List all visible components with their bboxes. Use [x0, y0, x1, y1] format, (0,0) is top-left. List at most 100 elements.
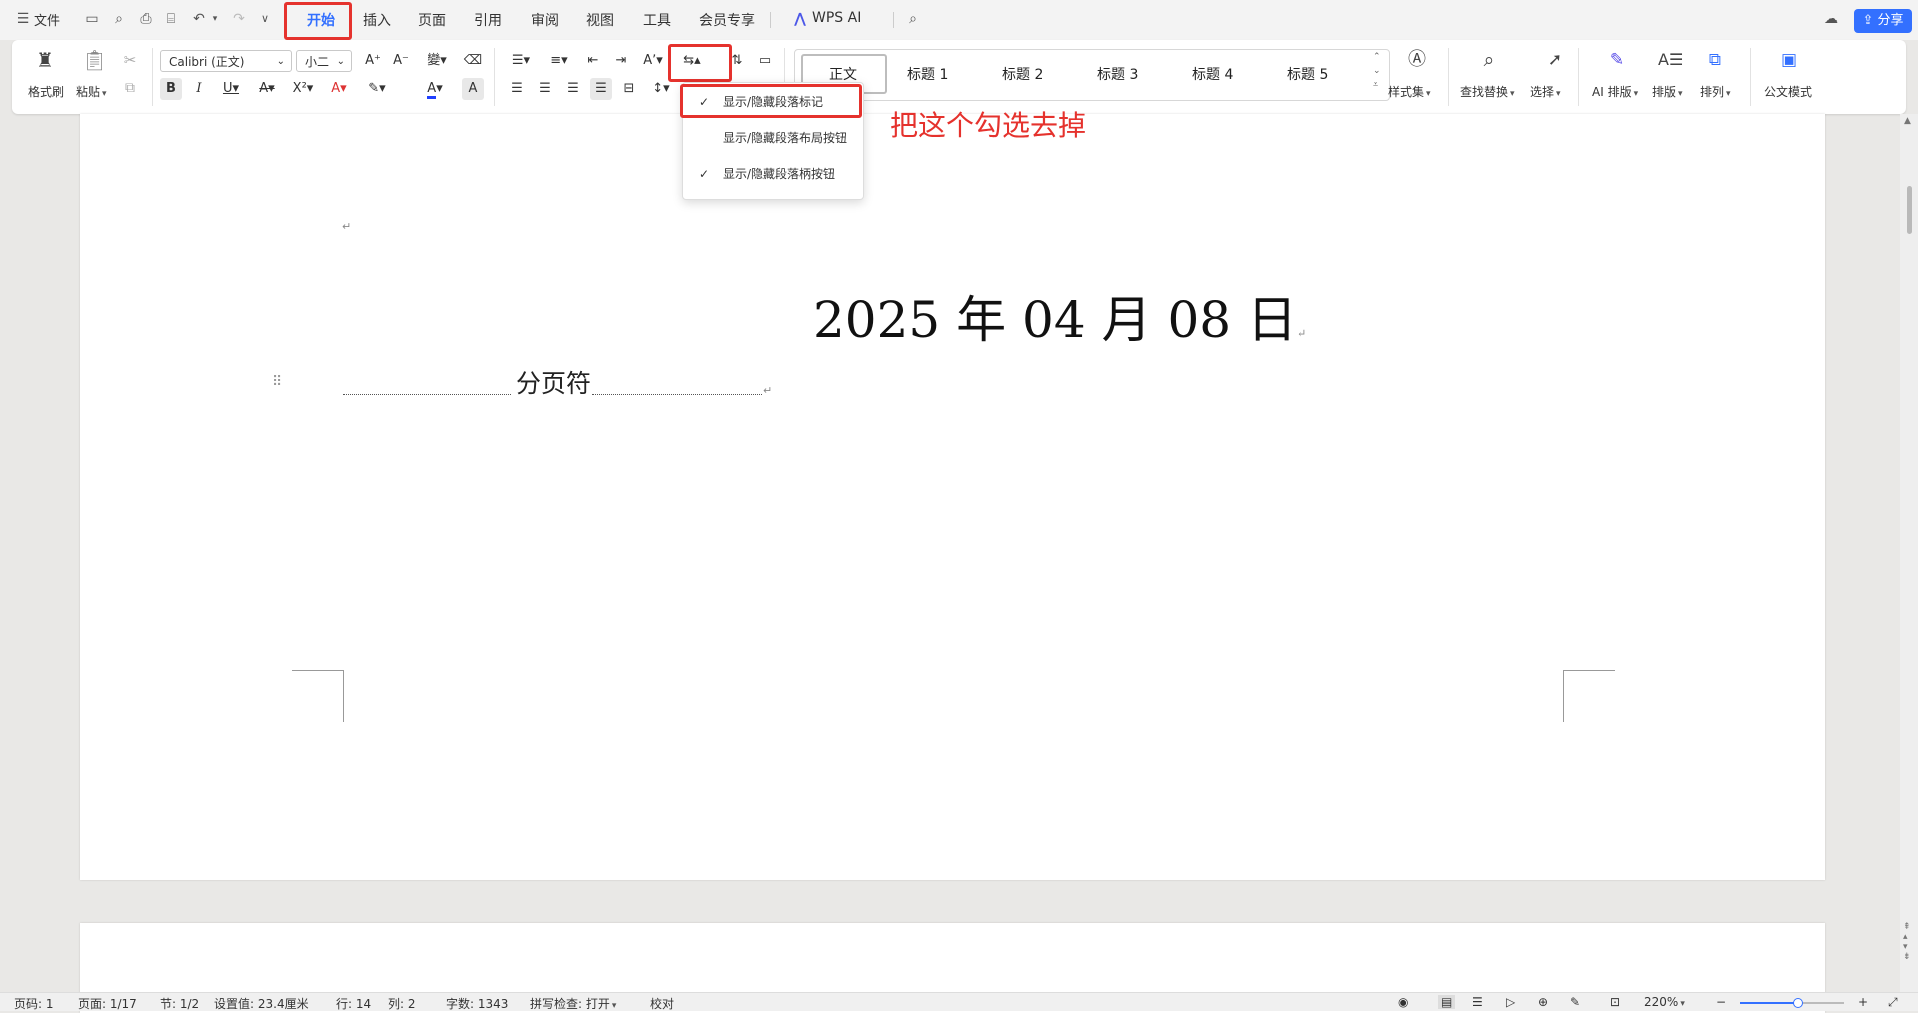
format-painter-label[interactable]: 格式刷	[28, 83, 64, 100]
vertical-scrollbar[interactable]: ▲ ⇞ ▴ ▾ ⇟	[1900, 114, 1918, 994]
pen-icon[interactable]: ✎	[1570, 995, 1580, 1009]
search-icon[interactable]: ⌕	[904, 10, 922, 28]
paste-icon[interactable]: 📋︎	[82, 50, 107, 70]
align-left-icon[interactable]: ☰	[506, 78, 528, 100]
numbered-list-icon[interactable]: ≡▾	[544, 50, 574, 72]
justify-icon[interactable]: ☰	[590, 78, 612, 100]
superscript-button[interactable]: X²▾	[288, 78, 318, 100]
play-icon[interactable]: ▷	[1506, 995, 1515, 1009]
redo-icon[interactable]: ↷	[230, 10, 248, 28]
tab-member[interactable]: 会员专享	[699, 10, 755, 30]
hamburger-icon[interactable]: ☰	[14, 10, 32, 28]
status-proofread[interactable]: 校对	[650, 995, 674, 1012]
zoom-level[interactable]: 220% ▾	[1644, 995, 1685, 1009]
status-word-count[interactable]: 字数: 1343	[446, 995, 508, 1012]
expand-gallery-icon[interactable]: ⩡	[1373, 80, 1378, 90]
arrange-label[interactable]: 排列 ▾	[1700, 83, 1731, 100]
tab-wps-ai[interactable]: WPS AI	[812, 10, 861, 26]
style-heading-1[interactable]: 标题 1	[907, 64, 948, 84]
eye-icon[interactable]: ◉	[1398, 995, 1408, 1009]
status-section[interactable]: 节: 1/2	[160, 995, 199, 1012]
char-shading-button[interactable]: A	[462, 78, 484, 100]
status-setting[interactable]: 设置值: 23.4厘米	[214, 995, 309, 1012]
format-painter-icon[interactable]: ♜	[34, 50, 56, 70]
layout-label[interactable]: 排版 ▾	[1652, 83, 1683, 100]
pin-icon[interactable]: ⌕	[110, 10, 128, 28]
official-mode-label[interactable]: 公文模式	[1764, 83, 1812, 100]
fullscreen-icon[interactable]: ⤢	[1888, 995, 1898, 1010]
date-heading[interactable]: 2025 年 04 月 08 日↵	[813, 280, 1306, 352]
scroll-up-icon[interactable]: ▲	[1904, 116, 1911, 126]
share-button[interactable]: ⇪ 分享	[1854, 9, 1912, 33]
text-direction-icon[interactable]: Aʼ▾	[638, 50, 668, 72]
save-icon[interactable]: ▭	[83, 10, 101, 28]
copy-icon[interactable]: ⧉	[120, 78, 140, 98]
style-heading-4[interactable]: 标题 4	[1192, 64, 1233, 84]
zoom-slider[interactable]	[1740, 998, 1844, 1008]
select-pointer-icon[interactable]: ➚	[1544, 50, 1566, 70]
bullet-list-icon[interactable]: ☰▾	[506, 50, 536, 72]
style-set-label[interactable]: 样式集 ▾	[1388, 83, 1431, 100]
ai-layout-icon[interactable]: ✎	[1606, 50, 1628, 70]
scroll-up-icon[interactable]: ⌃	[1373, 52, 1381, 62]
decrease-indent-icon[interactable]: ⇤	[582, 50, 604, 72]
tab-reference[interactable]: 引用	[474, 10, 502, 30]
italic-button[interactable]: I	[188, 78, 210, 100]
font-name-select[interactable]: Calibri (正文) ⌄	[160, 50, 292, 72]
layout-icon[interactable]: A☰	[1658, 50, 1683, 70]
highlight-button[interactable]: ✎▾	[362, 78, 392, 100]
outline-view-icon[interactable]: ☰	[1472, 995, 1483, 1009]
shrink-font-icon[interactable]: A⁻	[390, 50, 412, 72]
more-icon[interactable]: ∨	[256, 10, 274, 28]
print-icon[interactable]: ⎙	[137, 10, 155, 28]
phonetic-icon[interactable]: 變▾	[420, 50, 454, 72]
style-heading-2[interactable]: 标题 2	[1002, 64, 1043, 84]
tab-page[interactable]: 页面	[418, 10, 446, 30]
font-color-button[interactable]: A▾	[420, 78, 450, 100]
status-pages[interactable]: 页面: 1/17	[78, 995, 137, 1012]
document-page-1[interactable]: ↵ 2025 年 04 月 08 日↵ ⠿ 分页符 ↵	[80, 114, 1825, 880]
font-size-select[interactable]: 小二 ⌄	[296, 50, 352, 72]
zoom-in-icon[interactable]: +	[1858, 995, 1868, 1009]
status-spellcheck[interactable]: 拼写检查: 打开 ▾	[530, 995, 616, 1012]
align-center-icon[interactable]: ☰	[534, 78, 556, 100]
select-label[interactable]: 选择 ▾	[1530, 83, 1561, 100]
arrange-icon[interactable]: ⧉	[1704, 50, 1726, 70]
style-heading-5[interactable]: 标题 5	[1287, 64, 1328, 84]
tab-tools[interactable]: 工具	[643, 10, 671, 30]
increase-indent-icon[interactable]: ⇥	[610, 50, 632, 72]
align-right-icon[interactable]: ☰	[562, 78, 584, 100]
clear-format-icon[interactable]: ⌫	[462, 50, 484, 72]
strikethrough-button[interactable]: A▾	[252, 78, 282, 100]
grow-font-icon[interactable]: A⁺	[362, 50, 384, 72]
official-doc-icon[interactable]: ▣	[1778, 50, 1800, 70]
zoom-out-icon[interactable]: −	[1716, 995, 1726, 1009]
bold-button[interactable]: B	[160, 78, 182, 100]
status-page-number[interactable]: 页码: 1	[14, 995, 54, 1012]
underline-button[interactable]: U▾	[216, 78, 246, 100]
scroll-down-icon[interactable]: ⌄	[1373, 66, 1381, 76]
text-effect-button[interactable]: A▾	[324, 78, 354, 100]
file-menu[interactable]: 文件	[34, 10, 60, 29]
fit-page-icon[interactable]: ⊡	[1610, 995, 1620, 1009]
style-set-icon[interactable]: Ⓐ	[1406, 50, 1428, 70]
scrollbar-thumb[interactable]	[1907, 186, 1912, 234]
ai-layout-label[interactable]: AI 排版 ▾	[1592, 83, 1638, 100]
menu-item-toggle-layout-buttons[interactable]: 显示/隐藏段落布局按钮	[683, 123, 863, 153]
find-replace-label[interactable]: 查找替换 ▾	[1460, 83, 1515, 100]
tab-insert[interactable]: 插入	[363, 10, 391, 30]
paste-label[interactable]: 粘贴 ▾	[76, 83, 107, 100]
ruler-icon[interactable]: ▭	[754, 50, 776, 72]
paragraph-handle-icon[interactable]: ⠿	[272, 374, 282, 390]
print-preview-icon[interactable]: ⌸	[162, 10, 180, 28]
style-heading-3[interactable]: 标题 3	[1097, 64, 1138, 84]
zoom-slider-knob[interactable]	[1793, 998, 1804, 1008]
style-normal[interactable]: 正文	[829, 64, 857, 84]
page-view-icon[interactable]: ▤	[1438, 995, 1456, 1009]
tab-review[interactable]: 审阅	[531, 10, 559, 30]
page-nav-icon[interactable]: ⇞ ▴ ▾ ⇟	[1903, 922, 1911, 962]
web-view-icon[interactable]: ⊕	[1538, 995, 1548, 1009]
cloud-sync-icon[interactable]: ☁	[1822, 10, 1840, 28]
find-icon[interactable]: ⌕	[1478, 50, 1500, 70]
menu-item-toggle-handle-buttons[interactable]: ✓ 显示/隐藏段落柄按钮	[683, 159, 863, 189]
